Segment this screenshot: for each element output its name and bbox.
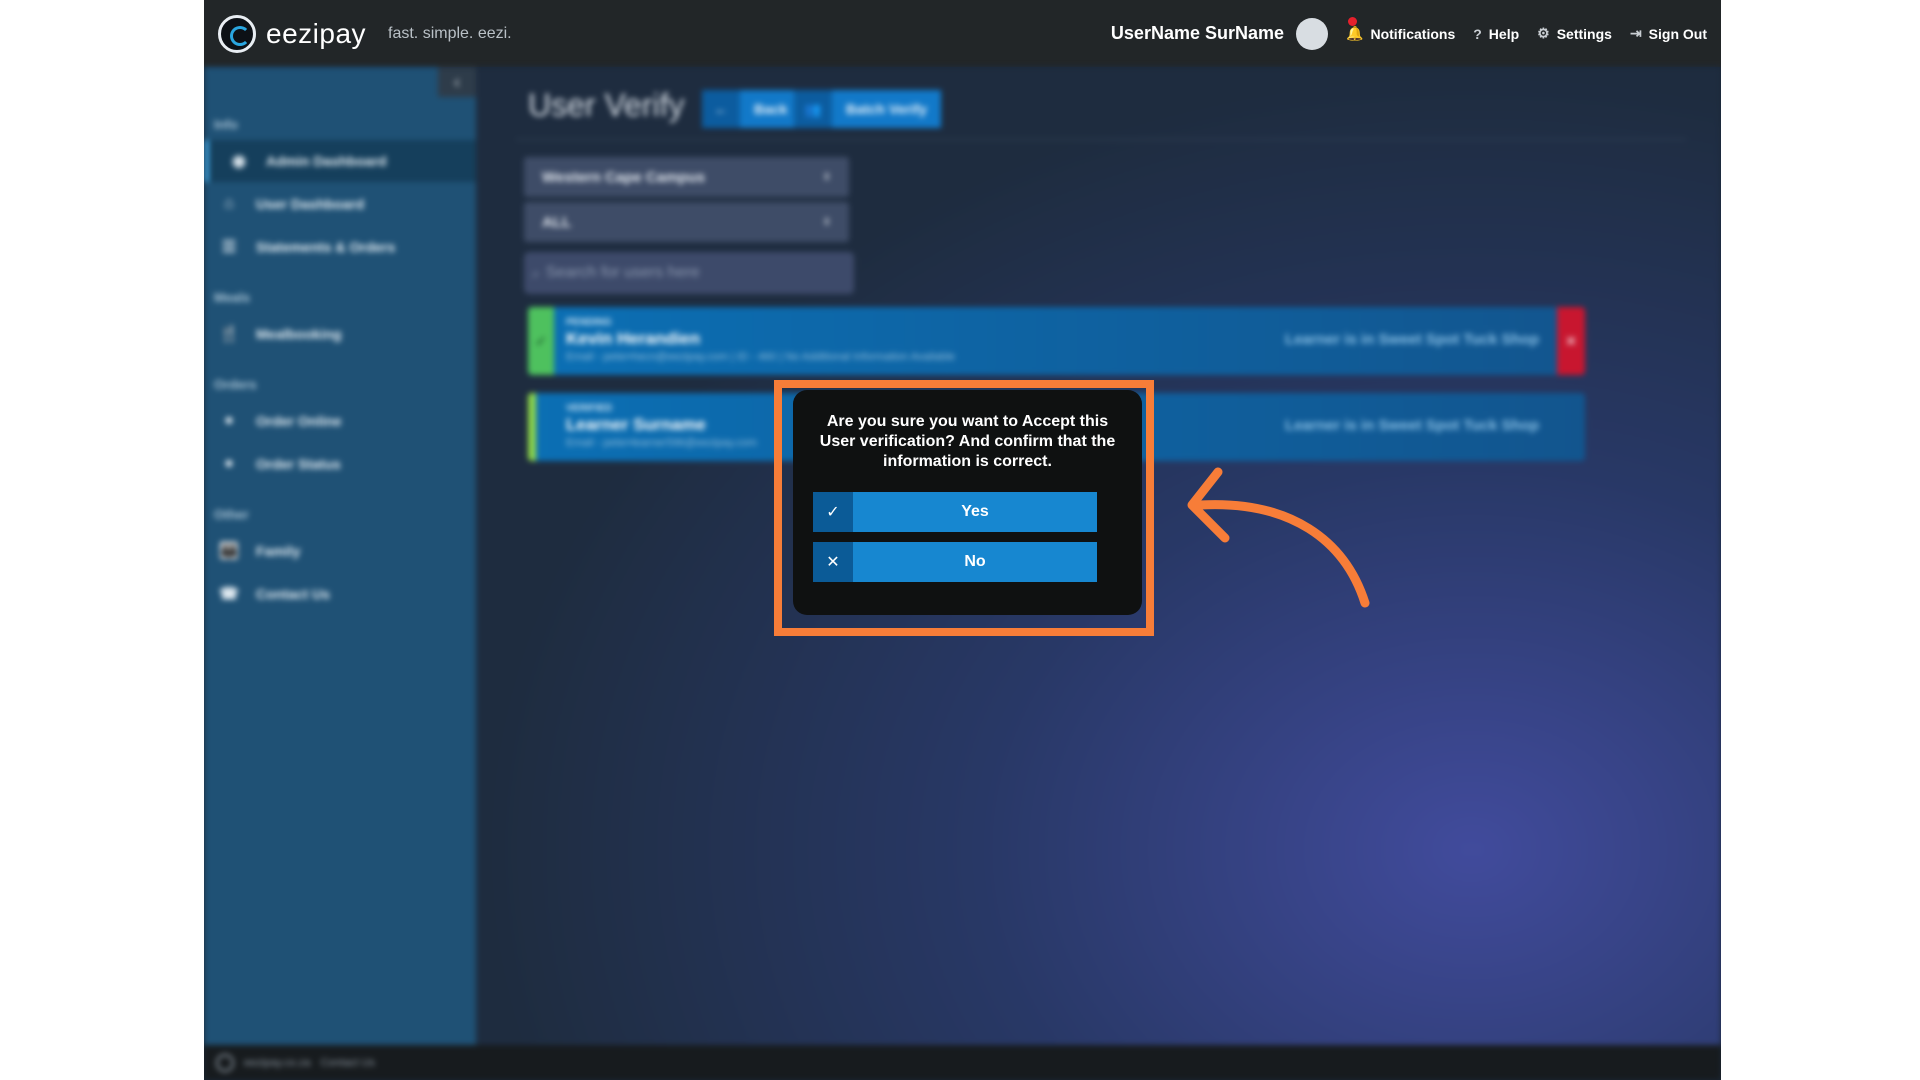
card-detail: Email - peter•learner596@eezipay.com bbox=[566, 437, 757, 449]
sidebar-item-admin-dashboard[interactable]: ◉ Admin Dashboard bbox=[204, 140, 476, 182]
sidebar: ‹ Info ◉ Admin Dashboard ⌂ User Dashboar… bbox=[204, 67, 476, 1080]
footer-contact[interactable]: Contact Us bbox=[320, 1057, 374, 1069]
header-divider bbox=[516, 139, 1686, 140]
sidebar-item-label: User Dashboard bbox=[256, 196, 365, 212]
close-icon: ✕ bbox=[813, 542, 853, 582]
logo[interactable]: eezipay bbox=[218, 14, 367, 53]
sign-out-label: Sign Out bbox=[1648, 25, 1707, 42]
top-bar: eezipay fast. simple. eezi. UserName Sur… bbox=[204, 0, 1721, 67]
status-select[interactable]: ALL ⇕ bbox=[524, 202, 849, 242]
batch-verify-label: Batch Verify bbox=[846, 101, 927, 117]
reject-x-icon[interactable]: ✕ bbox=[1557, 307, 1585, 375]
sidebar-item-user-dashboard[interactable]: ⌂ User Dashboard bbox=[204, 183, 476, 225]
status-select-value: ALL bbox=[542, 213, 572, 231]
sidebar-item-order-online[interactable]: ● Order Online bbox=[204, 400, 476, 442]
search-input[interactable]: ⌕ Search for users here bbox=[524, 252, 854, 294]
campus-select-value: Western Cape Campus bbox=[542, 168, 706, 186]
no-button[interactable]: ✕ No bbox=[813, 542, 1097, 582]
user-name[interactable]: UserName SurName bbox=[1111, 23, 1284, 44]
family-icon: 👪 bbox=[219, 543, 239, 560]
card-status: VERIFIED bbox=[566, 403, 613, 414]
card-detail: Email - peter•hecn@eezipay.com | ID - 46… bbox=[566, 351, 956, 363]
sidebar-item-contact-us[interactable]: ☎ Contact Us bbox=[204, 573, 476, 615]
user-card[interactable]: ✓ PENDING Kevin Herandien Email - peter•… bbox=[528, 307, 1585, 375]
users-icon: 👥 bbox=[794, 90, 832, 128]
notification-dot bbox=[1348, 17, 1358, 26]
eezipay-logo-icon bbox=[218, 14, 256, 53]
notifications-label: Notifications bbox=[1370, 25, 1456, 42]
footer bbox=[476, 1045, 1721, 1080]
help-link[interactable]: ? Help bbox=[1473, 26, 1519, 42]
brand-tagline: fast. simple. eezi. bbox=[388, 24, 512, 42]
sidebar-item-label: Order Online bbox=[256, 413, 342, 429]
settings-label: Settings bbox=[1556, 25, 1612, 42]
sign-out-link[interactable]: ⇥ Sign Out bbox=[1630, 25, 1707, 42]
card-location: Learner is in Sweet Spot Tuck Shop bbox=[1285, 417, 1539, 434]
sidebar-section-meals: Meals bbox=[214, 290, 251, 305]
sidebar-item-label: Statements & Orders bbox=[256, 239, 396, 255]
card-status: PENDING bbox=[566, 317, 612, 328]
yes-button[interactable]: ✓ Yes bbox=[813, 492, 1097, 532]
page-title: User Verify bbox=[528, 87, 685, 123]
basket-icon: ● bbox=[224, 412, 234, 429]
confirm-dialog: Are you sure you want to Accept this Use… bbox=[793, 390, 1142, 615]
sidebar-item-label: Mealbooking bbox=[256, 326, 342, 342]
sidebar-section-orders: Orders bbox=[214, 377, 257, 392]
sidebar-item-mealbooking[interactable]: 🍴 Mealbooking bbox=[204, 313, 476, 355]
card-name: Learner Surname bbox=[566, 415, 706, 434]
card-location: Learner is in Sweet Spot Tuck Shop bbox=[1285, 331, 1539, 348]
sidebar-item-statements[interactable]: ☰ Statements & Orders bbox=[204, 226, 476, 268]
phone-icon: ☎ bbox=[219, 586, 239, 603]
search-placeholder: Search for users here bbox=[545, 264, 700, 281]
accept-check-icon[interactable]: ✓ bbox=[528, 307, 554, 375]
settings-link[interactable]: ⚙ Settings bbox=[1537, 25, 1612, 42]
notifications-link[interactable]: 🔔 Notifications bbox=[1346, 17, 1456, 42]
avatar[interactable] bbox=[1296, 17, 1329, 50]
campus-select[interactable]: Western Cape Campus ⇕ bbox=[524, 157, 849, 197]
sidebar-item-label: Family bbox=[256, 543, 301, 559]
brand-name: eezipay bbox=[266, 17, 367, 49]
sidebar-item-order-status[interactable]: ● Order Status bbox=[204, 443, 476, 485]
sidebar-item-label: Contact Us bbox=[256, 586, 330, 602]
bell-icon: 🔔 bbox=[1346, 25, 1364, 41]
verified-indicator bbox=[528, 393, 536, 461]
card-name: Kevin Herandien bbox=[566, 329, 701, 348]
footer-left: eezipay.co.za Contact Us bbox=[204, 1045, 476, 1080]
question-icon: ? bbox=[1473, 25, 1482, 42]
annotation-arrow-icon bbox=[1187, 467, 1370, 608]
footer-site[interactable]: eezipay.co.za bbox=[244, 1057, 310, 1069]
help-label: Help bbox=[1488, 25, 1520, 42]
home-icon: ⌂ bbox=[224, 195, 234, 212]
collapse-sidebar-button[interactable]: ‹ bbox=[438, 67, 476, 97]
sidebar-item-family[interactable]: 👪 Family bbox=[204, 530, 476, 572]
back-label: Back bbox=[754, 101, 788, 117]
search-icon: ⌕ bbox=[532, 264, 540, 281]
list-icon: ☰ bbox=[221, 239, 237, 256]
cutlery-icon: 🍴 bbox=[219, 326, 239, 343]
bag-icon: ● bbox=[224, 455, 234, 472]
dialog-message: Are you sure you want to Accept this Use… bbox=[819, 413, 1116, 470]
sidebar-item-label: Order Status bbox=[256, 456, 341, 472]
sidebar-item-label: Admin Dashboard bbox=[266, 153, 387, 169]
check-icon: ✓ bbox=[813, 492, 853, 532]
sidebar-section-info: Info bbox=[214, 117, 238, 132]
arrow-left-icon: ← bbox=[702, 90, 740, 128]
batch-verify-button[interactable]: 👥 Batch Verify bbox=[794, 90, 941, 128]
top-right-menu: UserName SurName 🔔 Notifications ? Help … bbox=[1111, 0, 1707, 67]
back-button[interactable]: ← Back bbox=[702, 90, 802, 128]
yes-label: Yes bbox=[961, 503, 989, 520]
dashboard-icon: ◉ bbox=[232, 153, 246, 170]
select-caret-icon: ⇕ bbox=[822, 171, 831, 183]
select-caret-icon: ⇕ bbox=[822, 216, 831, 228]
no-label: No bbox=[964, 553, 986, 570]
sign-out-icon: ⇥ bbox=[1629, 25, 1642, 41]
sidebar-section-other: Other bbox=[214, 507, 249, 522]
footer-logo-icon bbox=[216, 1053, 234, 1072]
gear-icon: ⚙ bbox=[1537, 25, 1550, 41]
